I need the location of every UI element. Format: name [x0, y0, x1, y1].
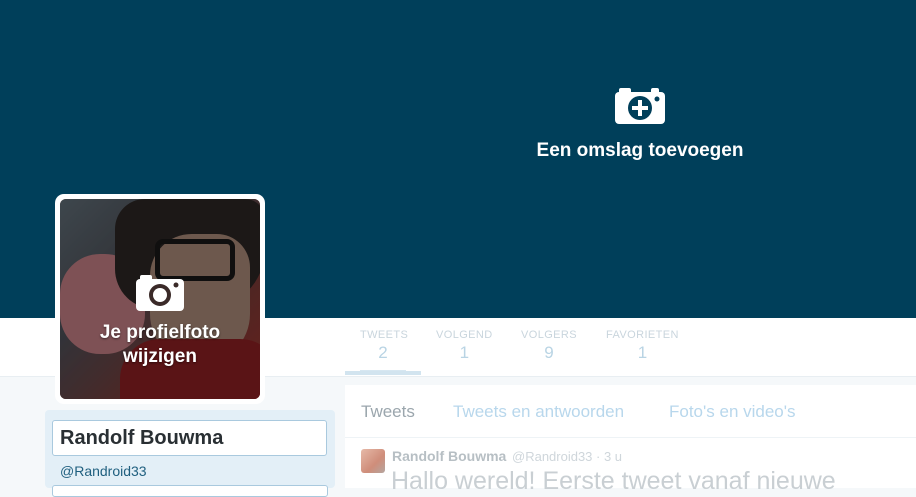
stat-followers-label: VOLGERS	[521, 329, 577, 341]
tab-tweets-and-replies[interactable]: Tweets en antwoorden	[453, 402, 624, 422]
avatar-frame: Je profielfoto wijzigen	[55, 194, 265, 404]
tweet-author-name[interactable]: Randolf Bouwma	[392, 448, 506, 464]
change-profile-photo-label: Je profielfoto wijzigen	[60, 321, 260, 369]
stat-following-value: 1	[459, 343, 470, 362]
profile-handle: @Randroid33	[60, 463, 147, 479]
stat-following[interactable]: VOLGEND 1	[436, 329, 493, 363]
camera-plus-icon	[615, 88, 665, 124]
bio-field[interactable]	[52, 485, 328, 497]
tweet-text: Hallo wereld! Eerste tweet vanaf nieuwe	[391, 467, 836, 495]
name-field[interactable]: Randolf Bouwma	[52, 420, 327, 456]
change-profile-photo-button[interactable]: Je profielfoto wijzigen	[60, 271, 260, 369]
stat-tweets[interactable]: TWEETS 2	[360, 329, 409, 373]
profile-edit-card: Randolf Bouwma @Randroid33	[45, 410, 335, 497]
active-stat-underline	[345, 371, 421, 375]
stat-favorites-label: FAVORIETEN	[606, 329, 679, 341]
stat-favorites-value: 1	[637, 343, 648, 362]
timeline: Tweets Tweets en antwoorden Foto's en vi…	[345, 385, 916, 495]
stat-followers[interactable]: VOLGERS 9	[521, 329, 577, 363]
tab-tweets[interactable]: Tweets	[361, 402, 415, 422]
avatar[interactable]: Je profielfoto wijzigen	[60, 199, 260, 399]
add-cover-button[interactable]: Een omslag toevoegen	[510, 84, 770, 162]
tweet-meta: @Randroid33 · 3 u	[512, 449, 623, 464]
change-profile-photo-line2: wijzigen	[123, 346, 197, 367]
add-cover-label: Een omslag toevoegen	[536, 140, 744, 161]
stat-favorites[interactable]: FAVORIETEN 1	[606, 329, 679, 363]
stat-followers-value: 9	[544, 343, 554, 362]
tab-photos-and-videos[interactable]: Foto's en video's	[669, 402, 796, 422]
tweet-avatar[interactable]	[361, 449, 385, 473]
stat-tweets-value: 2	[378, 343, 388, 362]
stat-following-label: VOLGEND	[436, 329, 493, 341]
camera-icon	[136, 275, 184, 311]
timeline-tabs: Tweets Tweets en antwoorden Foto's en vi…	[345, 385, 916, 438]
change-profile-photo-line1: Je profielfoto	[99, 322, 221, 343]
stat-tweets-label: TWEETS	[360, 329, 409, 341]
tweet-item[interactable]: Randolf Bouwma @Randroid33 · 3 u Hallo w…	[345, 437, 916, 497]
